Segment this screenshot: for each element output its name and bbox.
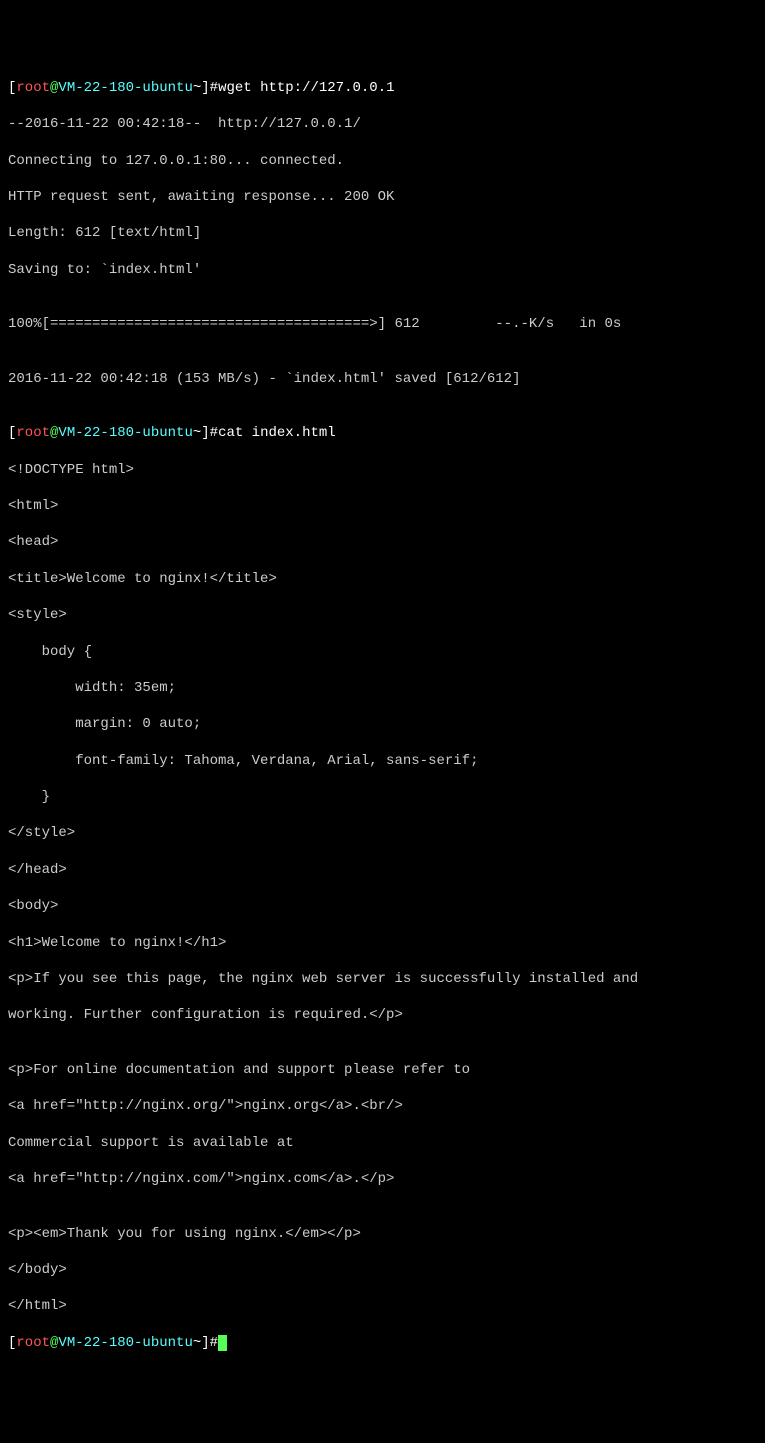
prompt-line-1[interactable]: [root@VM-22-180-ubuntu~]#wget http://127… [8,79,757,97]
bracket-open: [ [8,1335,16,1351]
cursor-icon [218,1335,227,1351]
prompt-user: root [16,1335,50,1351]
cat-output-line: font-family: Tahoma, Verdana, Arial, san… [8,752,757,770]
cat-output-line: <p>For online documentation and support … [8,1061,757,1079]
cat-output-line: <title>Welcome to nginx!</title> [8,570,757,588]
prompt-tilde: ~ [193,1335,201,1351]
prompt-tilde: ~ [193,425,201,441]
cat-output-line: </body> [8,1261,757,1279]
cat-output-line: body { [8,643,757,661]
prompt-hash: # [210,80,218,96]
prompt-line-3[interactable]: [root@VM-22-180-ubuntu~]# [8,1334,757,1352]
prompt-hash: # [210,1335,218,1351]
bracket-close: ] [201,425,209,441]
cat-output-line: <head> [8,533,757,551]
cat-output-line: <body> [8,897,757,915]
bracket-close: ] [201,80,209,96]
cat-output-line: <a href="http://nginx.org/">nginx.org</a… [8,1097,757,1115]
bracket-close: ] [201,1335,209,1351]
prompt-host: VM-22-180-ubuntu [58,80,192,96]
prompt-line-2[interactable]: [root@VM-22-180-ubuntu~]#cat index.html [8,424,757,442]
cat-output-line: </html> [8,1297,757,1315]
cat-output-line: <a href="http://nginx.com/">nginx.com</a… [8,1170,757,1188]
command-text: wget http://127.0.0.1 [218,80,394,96]
cat-output-line: <h1>Welcome to nginx!</h1> [8,934,757,952]
cat-output-line: } [8,788,757,806]
cat-output-line: <html> [8,497,757,515]
wget-output-line: Saving to: `index.html' [8,261,757,279]
prompt-user: root [16,80,50,96]
wget-output-line: Length: 612 [text/html] [8,224,757,242]
prompt-host: VM-22-180-ubuntu [58,1335,192,1351]
wget-output-line: --2016-11-22 00:42:18-- http://127.0.0.1… [8,115,757,133]
wget-output-line: 2016-11-22 00:42:18 (153 MB/s) - `index.… [8,370,757,388]
cat-output-line: <style> [8,606,757,624]
cat-output-line: width: 35em; [8,679,757,697]
prompt-at: @ [50,1335,58,1351]
cat-output-line: margin: 0 auto; [8,715,757,733]
cat-output-line: </head> [8,861,757,879]
wget-output-line: Connecting to 127.0.0.1:80... connected. [8,152,757,170]
prompt-hash: # [210,425,218,441]
wget-output-line: 100%[===================================… [8,315,757,333]
cat-output-line: </style> [8,824,757,842]
prompt-host: VM-22-180-ubuntu [58,425,192,441]
command-text: cat index.html [218,425,336,441]
prompt-tilde: ~ [193,80,201,96]
prompt-user: root [16,425,50,441]
cat-output-line: <p><em>Thank you for using nginx.</em></… [8,1225,757,1243]
cat-output-line: <!DOCTYPE html> [8,461,757,479]
wget-output-line: HTTP request sent, awaiting response... … [8,188,757,206]
cat-output-line: <p>If you see this page, the nginx web s… [8,970,757,988]
cat-output-line: working. Further configuration is requir… [8,1006,757,1024]
cat-output-line: Commercial support is available at [8,1134,757,1152]
